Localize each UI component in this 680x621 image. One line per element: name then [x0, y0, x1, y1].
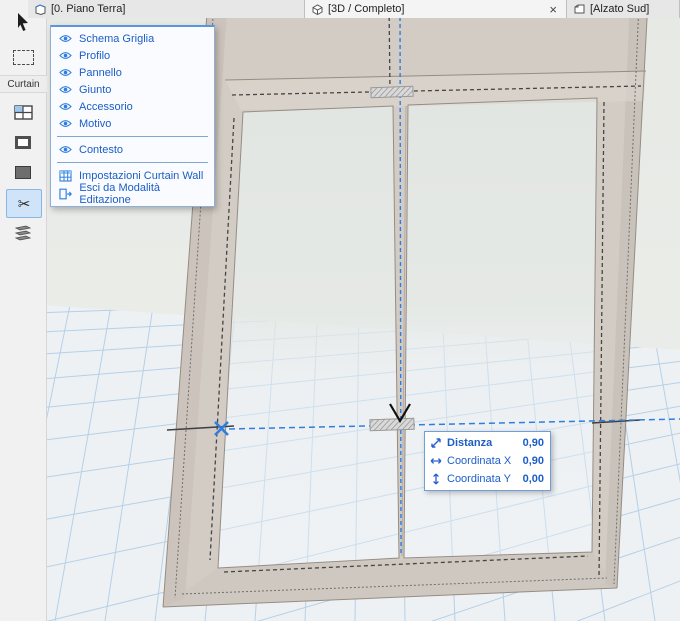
menu-separator [57, 136, 208, 137]
frame-icon [15, 136, 31, 149]
frame-tool-button[interactable] [6, 129, 40, 156]
archicad-window: [0. Piano Terra] [3D / Completo] × [Alza… [0, 0, 680, 621]
menu-item-label: Schema Griglia [79, 33, 154, 45]
coordinate-tracker: Distanza 0,90 Coordinata X 0,90 Coordina… [424, 431, 551, 491]
marquee-icon [13, 50, 34, 65]
tab-alzato-sud[interactable]: [Alzato Sud] [567, 0, 680, 18]
3d-view-icon [312, 4, 323, 15]
menu-item-accessorio[interactable]: Accessorio [51, 98, 214, 115]
tab-bar: [0. Piano Terra] [3D / Completo] × [Alza… [28, 0, 680, 18]
tracker-label: Coordinata X [447, 455, 518, 467]
tracker-row-coordinate-y: Coordinata Y 0,00 [425, 470, 550, 488]
eye-icon [59, 102, 72, 111]
tracker-value[interactable]: 0,90 [523, 437, 544, 449]
menu-item-contesto[interactable]: Contesto [51, 141, 214, 158]
tracker-row-distance: Distanza 0,90 [425, 434, 550, 452]
elevation-icon [574, 4, 585, 15]
panel-icon [15, 166, 31, 179]
panel-tool-button[interactable] [6, 159, 40, 186]
left-toolbar: Curtain ✂ [0, 0, 47, 621]
tracker-row-coordinate-x: Coordinata X 0,90 [425, 452, 550, 470]
menu-item-label: Esci da Modalità Editazione [79, 182, 208, 206]
menu-item-label: Motivo [79, 118, 111, 130]
toolbar-section-label: Curtain [0, 75, 47, 93]
menu-item-giunto[interactable]: Giunto [51, 81, 214, 98]
menu-item-schema-griglia[interactable]: Schema Griglia [51, 30, 214, 47]
eye-icon [59, 51, 72, 60]
eye-icon [59, 119, 72, 128]
grid-scheme-tool-button[interactable] [6, 99, 40, 126]
tab-piano-terra[interactable]: [0. Piano Terra] [28, 0, 305, 18]
menu-item-profilo[interactable]: Profilo [51, 47, 214, 64]
vertical-arrow-icon [430, 473, 442, 485]
exit-door-icon [59, 188, 72, 200]
eye-icon [59, 68, 72, 77]
curtain-wall-context-menu: Schema Griglia Profilo Pannello Giunto [50, 25, 215, 207]
tracker-value[interactable]: 0,00 [523, 473, 544, 485]
menu-item-label: Impostazioni Curtain Wall [79, 170, 203, 182]
menu-item-esci-modalita-editazione[interactable]: Esci da Modalità Editazione [51, 185, 214, 203]
menu-item-label: Profilo [79, 50, 110, 62]
menu-item-pannello[interactable]: Pannello [51, 64, 214, 81]
tab-label: [0. Piano Terra] [51, 3, 125, 15]
menu-item-label: Giunto [79, 84, 111, 96]
tracker-label: Coordinata Y [447, 473, 518, 485]
split-tool-button[interactable]: ✂ [6, 189, 42, 218]
floor-plan-icon [35, 4, 46, 15]
grid-scheme-icon [14, 105, 33, 120]
settings-grid-icon [59, 170, 72, 182]
scissors-icon: ✂ [18, 195, 31, 213]
eye-icon [59, 34, 72, 43]
layers-icon [13, 224, 33, 242]
marquee-tool-button[interactable] [6, 44, 40, 71]
tab-3d-completo[interactable]: [3D / Completo] × [305, 0, 567, 18]
menu-item-label: Pannello [79, 67, 122, 79]
tab-label: [3D / Completo] [328, 3, 404, 15]
tracker-value[interactable]: 0,90 [523, 455, 544, 467]
eye-icon [59, 145, 72, 154]
menu-item-label: Accessorio [79, 101, 133, 113]
menu-item-label: Contesto [79, 144, 123, 156]
tab-close-icon[interactable]: × [547, 4, 559, 15]
tab-label: [Alzato Sud] [590, 3, 649, 15]
layers-tool-button[interactable] [6, 219, 40, 246]
menu-item-motivo[interactable]: Motivo [51, 115, 214, 132]
menu-separator [57, 162, 208, 163]
horizontal-arrow-icon [430, 455, 442, 467]
diagonal-arrow-icon [430, 437, 442, 449]
eye-icon [59, 85, 72, 94]
tracker-label: Distanza [447, 437, 518, 449]
